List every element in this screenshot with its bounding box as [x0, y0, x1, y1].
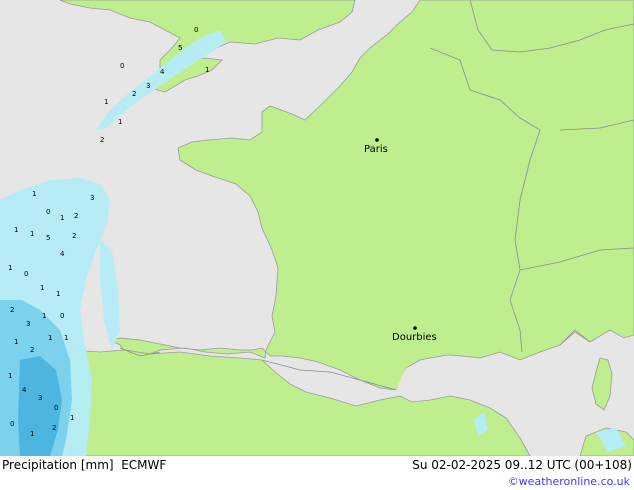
precip-value: 2 [52, 424, 56, 432]
precip-value: 1 [30, 430, 34, 438]
precip-value: 2 [30, 346, 34, 354]
precip-value: 1 [8, 372, 12, 380]
precip-value: 4 [22, 386, 27, 394]
chart-title: Precipitation [mm] ECMWF [2, 458, 167, 472]
precip-value: 0 [60, 312, 64, 320]
precip-value: 3 [26, 320, 30, 328]
precip-value: 0 [54, 404, 58, 412]
precip-value: 3 [38, 394, 42, 402]
precip-value: 0 [10, 420, 14, 428]
precipitation-map: 0 1 2 3 4 5 0 1 1 2 1 0 1 2 3 1 1 5 4 2 1 0 1 1 2 3 1 0 1 2 1 1 1 4 3 0 0 1 2 1… [0, 0, 634, 490]
valid-time: Su 02-02-2025 09..12 UTC (00+108) [412, 458, 632, 472]
precip-value: 2 [74, 212, 78, 220]
precip-value: 2 [72, 232, 76, 240]
precip-value: 1 [8, 264, 12, 272]
precip-value: 1 [70, 414, 74, 422]
precip-value: 1 [48, 334, 52, 342]
precip-value: 1 [42, 312, 46, 320]
precip-value: 0 [24, 270, 28, 278]
city-label-dourbies: Dourbies [392, 332, 437, 343]
precip-value: 4 [60, 250, 65, 258]
precip-value: 1 [30, 230, 34, 238]
city-marker [375, 138, 379, 142]
credit-link[interactable]: ©weatheronline.co.uk [508, 475, 630, 488]
precip-value: 1 [64, 334, 68, 342]
precip-value: 1 [40, 284, 44, 292]
precip-value: 5 [46, 234, 50, 242]
precip-value: 4 [160, 68, 165, 76]
precip-value: 2 [100, 136, 104, 144]
precip-value: 1 [104, 98, 108, 106]
precip-value: 3 [90, 194, 94, 202]
precip-value: 1 [32, 190, 36, 198]
precip-value: 0 [120, 62, 124, 70]
precip-value: 1 [14, 226, 18, 234]
precip-value: 1 [118, 118, 122, 126]
precip-value: 1 [14, 338, 18, 346]
precip-value: 0 [46, 208, 50, 216]
precip-value: 0 [194, 26, 198, 34]
precip-value: 1 [56, 290, 60, 298]
precip-value: 1 [60, 214, 64, 222]
precip-value: 2 [132, 90, 136, 98]
city-marker [413, 326, 417, 330]
precip-value: 5 [178, 44, 182, 52]
precip-value: 3 [146, 82, 150, 90]
precip-value: 1 [205, 66, 209, 74]
city-label-paris: Paris [364, 144, 388, 155]
precip-value: 2 [10, 306, 14, 314]
